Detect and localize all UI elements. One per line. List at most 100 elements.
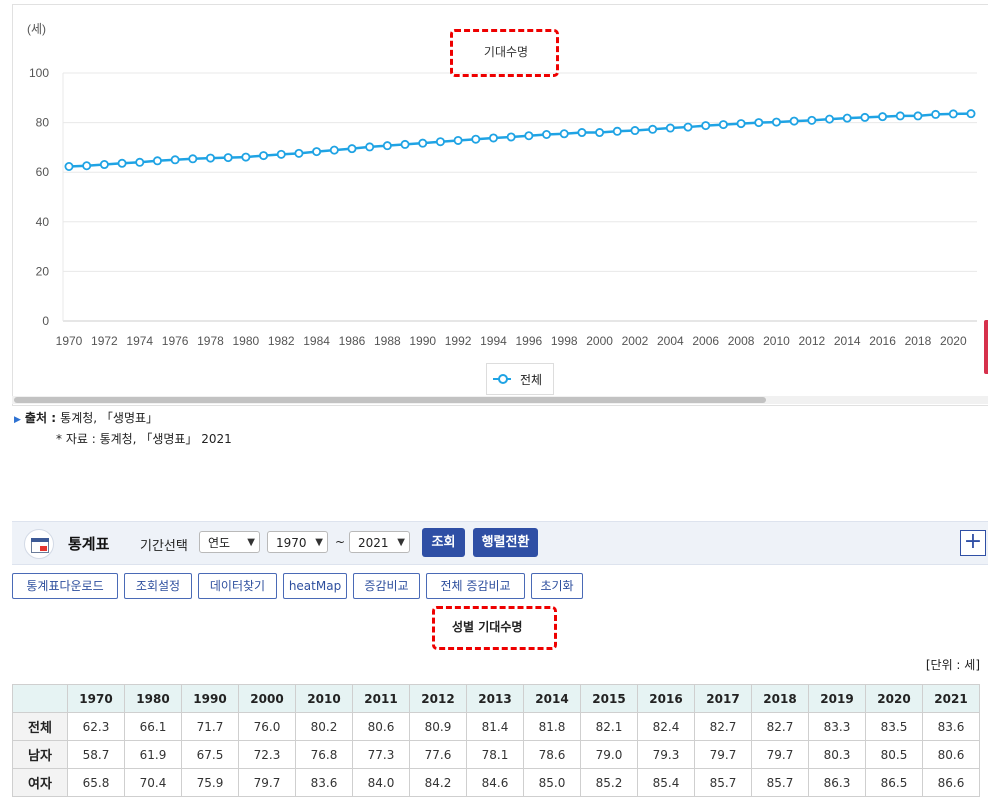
scrollbar-thumb[interactable] (14, 397, 766, 403)
x-tick-label: 1986 (339, 334, 366, 348)
value-cell: 83.6 (922, 712, 980, 741)
source-text: 통계청, 「생명표」 (60, 411, 159, 425)
data-point (878, 112, 888, 122)
x-tick-label: 1982 (268, 334, 295, 348)
to-year-value: 2021 (358, 536, 389, 550)
value-cell: 83.3 (808, 712, 866, 741)
x-tick-label: 1992 (445, 334, 472, 348)
data-point (771, 117, 781, 127)
value-cell: 81.4 (466, 712, 524, 741)
data-point (506, 132, 516, 142)
value-cell: 84.6 (466, 768, 524, 797)
data-point (895, 111, 905, 121)
value-cell: 85.4 (637, 768, 695, 797)
side-panel-handle[interactable] (984, 320, 988, 374)
value-cell: 78.1 (466, 740, 524, 769)
to-year-select[interactable]: 2021 ▼ (349, 531, 410, 553)
data-point (347, 144, 357, 154)
data-point (170, 155, 180, 165)
table-corner-cell (12, 684, 68, 713)
value-cell: 83.5 (865, 712, 923, 741)
value-cell: 86.3 (808, 768, 866, 797)
reset-button[interactable]: 초기화 (531, 573, 583, 599)
legend-dot-marker (498, 374, 508, 384)
row-header-cell: 남자 (12, 740, 68, 769)
from-year-select[interactable]: 1970 ▼ (267, 531, 328, 553)
table-row: 남자 58.7 61.9 67.5 72.3 76.8 77.3 77.6 78.1 78.6 79… (12, 740, 980, 769)
data-point (276, 149, 286, 159)
value-cell: 72.3 (238, 740, 296, 769)
data-point (948, 109, 958, 119)
period-type-value: 연도 (208, 536, 231, 550)
data-point (312, 147, 322, 157)
expand-plus-button[interactable]: + (960, 530, 986, 556)
find-data-button[interactable]: 데이터찾기 (198, 573, 277, 599)
compare-all-change-button[interactable]: 전체 증감비교 (426, 573, 525, 599)
year-header-cell: 1970 (67, 684, 125, 713)
table-row: 여자 65.8 70.4 75.9 79.7 83.6 84.0 84.2 84.6 85.0 85… (12, 768, 980, 797)
data-point (648, 124, 658, 134)
from-year-value: 1970 (276, 536, 307, 550)
year-header-cell: 2019 (808, 684, 866, 713)
data-point (435, 137, 445, 147)
data-point (612, 126, 622, 136)
unit-label: [단위 : 세] (925, 658, 980, 672)
value-cell: 71.7 (181, 712, 239, 741)
download-table-button[interactable]: 통계표다운로드 (12, 573, 118, 599)
x-tick-label: 1972 (91, 334, 118, 348)
x-tick-label: 2000 (586, 334, 613, 348)
chevron-down-icon: ▼ (247, 537, 255, 548)
value-cell: 83.6 (295, 768, 353, 797)
value-cell: 75.9 (181, 768, 239, 797)
data-point (718, 120, 728, 130)
data-point (152, 156, 162, 166)
data-point (294, 148, 304, 158)
data-point (205, 153, 215, 163)
value-cell: 82.7 (751, 712, 809, 741)
query-settings-button[interactable]: 조회설정 (124, 573, 192, 599)
data-point (701, 121, 711, 131)
period-type-select[interactable]: 연도 ▼ (199, 531, 260, 553)
data-point (736, 119, 746, 129)
value-cell: 86.6 (922, 768, 980, 797)
value-cell: 66.1 (124, 712, 182, 741)
data-point (241, 152, 251, 162)
value-cell: 62.3 (67, 712, 125, 741)
x-tick-label: 2020 (940, 334, 967, 348)
chart-legend[interactable]: 전체 (486, 363, 554, 395)
compare-change-button[interactable]: 증감비교 (353, 573, 420, 599)
year-header-cell: 1990 (181, 684, 239, 713)
data-point (860, 112, 870, 122)
y-tick-label: 100 (29, 66, 49, 80)
data-point (789, 116, 799, 126)
x-tick-label: 1998 (551, 334, 578, 348)
value-cell: 80.6 (922, 740, 980, 769)
source-line: ▶ 출처 : 통계청, 「생명표」 (14, 407, 158, 431)
value-cell: 85.0 (523, 768, 581, 797)
stat-table-title: 통계표 (68, 535, 110, 553)
value-cell: 79.7 (694, 740, 752, 769)
bullet-triangle-icon: ▶ (14, 415, 21, 425)
value-cell: 86.5 (865, 768, 923, 797)
data-point (382, 141, 392, 151)
year-header-cell: 2017 (694, 684, 752, 713)
data-point (365, 142, 375, 152)
period-select-label: 기간선택 (140, 539, 188, 554)
data-point (842, 113, 852, 123)
x-tick-label: 1990 (409, 334, 436, 348)
value-cell: 80.3 (808, 740, 866, 769)
query-button[interactable]: 조회 (422, 528, 465, 557)
value-cell: 77.6 (409, 740, 467, 769)
x-tick-label: 2018 (905, 334, 932, 348)
table-sheet-icon (24, 529, 54, 559)
x-tick-label: 1996 (515, 334, 542, 348)
value-cell: 58.7 (67, 740, 125, 769)
year-header-cell: 1980 (124, 684, 182, 713)
value-cell: 85.2 (580, 768, 638, 797)
year-header-cell: 2013 (466, 684, 524, 713)
data-point (471, 134, 481, 144)
value-cell: 85.7 (694, 768, 752, 797)
data-point (453, 135, 463, 145)
heatmap-button[interactable]: heatMap (283, 573, 347, 599)
pivot-button[interactable]: 행렬전환 (473, 528, 538, 557)
